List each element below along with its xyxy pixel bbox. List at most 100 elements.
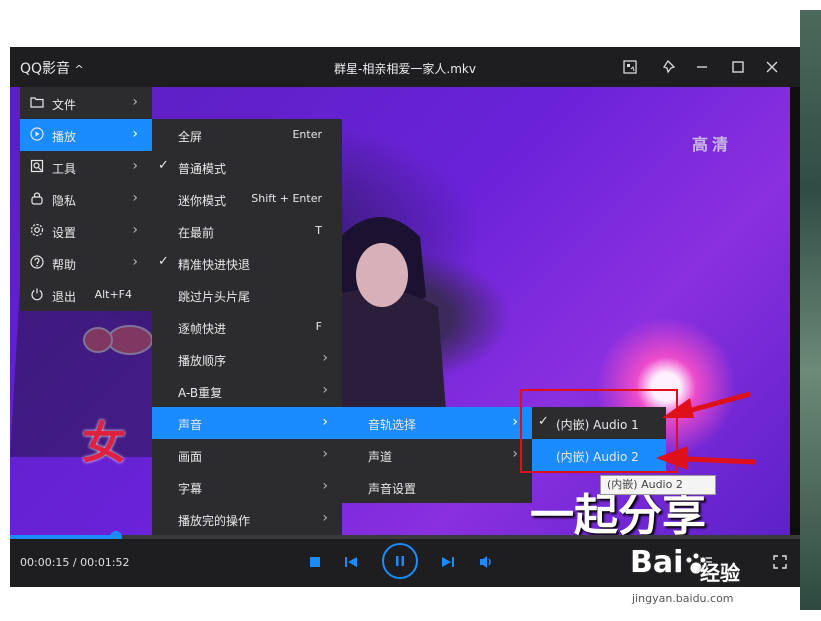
- gear-icon: [30, 223, 44, 237]
- chevron-right-icon: ›: [322, 478, 328, 494]
- watermark-logo: Bai: [630, 545, 709, 580]
- minimize-button[interactable]: [690, 55, 714, 79]
- next-button[interactable]: [440, 554, 456, 570]
- chevron-right-icon: ›: [322, 382, 328, 398]
- pin-button[interactable]: [658, 55, 682, 79]
- play-menu-item-10[interactable]: 画面 ›: [152, 439, 342, 471]
- play-menu-item-label: A-B重复: [178, 386, 223, 400]
- shortcut-label: F: [315, 320, 322, 333]
- chevron-right-icon: ›: [132, 94, 138, 110]
- tools-icon: [30, 159, 44, 173]
- play-menu-item-5[interactable]: 跳过片头片尾: [152, 279, 342, 311]
- skip-forward-icon: [442, 557, 454, 567]
- play-menu-item-label: 精准快进快退: [178, 258, 251, 272]
- maximize-icon: [732, 61, 744, 73]
- play-menu-item-8[interactable]: A-B重复 ›: [152, 375, 342, 407]
- skip-back-icon: [345, 557, 357, 567]
- play-menu-item-label: 全屏: [178, 130, 203, 144]
- volume-button[interactable]: [478, 554, 496, 570]
- chevron-right-icon: ›: [132, 222, 138, 238]
- stop-button[interactable]: [308, 555, 322, 569]
- folder-icon: [30, 95, 44, 109]
- annotation-highlight-box: [520, 389, 678, 473]
- checkmark-icon: ✓: [158, 158, 169, 173]
- player-window: QQ影音 ^ 群星-相亲相爱一家人.mkv 高清 女 一起分享 00:00:15…: [10, 47, 800, 587]
- play-menu-item-1[interactable]: ✓ 普通模式: [152, 151, 342, 183]
- title-bar: QQ影音 ^ 群星-相亲相爱一家人.mkv: [10, 47, 800, 87]
- play-menu-item-label: 声音: [178, 418, 203, 432]
- play-menu-item-9[interactable]: 声音 ›: [152, 407, 342, 439]
- chevron-right-icon: ›: [132, 254, 138, 270]
- chevron-right-icon: ›: [512, 414, 518, 430]
- shortcut-label: T: [315, 224, 322, 237]
- lock-icon: [30, 191, 44, 205]
- chevron-right-icon: ›: [322, 414, 328, 430]
- shortcut-label: Shift + Enter: [251, 192, 322, 205]
- main-menu-item-label: 帮助: [52, 258, 77, 272]
- current-time: 00:00:15: [20, 556, 70, 569]
- main-menu-item-4[interactable]: 设置 ›: [20, 215, 152, 247]
- main-menu-item-label: 工具: [52, 162, 77, 176]
- chevron-right-icon: ›: [322, 446, 328, 462]
- time-display: 00:00:15 / 00:01:52: [20, 556, 130, 569]
- main-menu-item-label: 隐私: [52, 194, 77, 208]
- play-menu-item-4[interactable]: ✓ 精准快进快退: [152, 247, 342, 279]
- sound-submenu: 音轨选择 › 声道 › 声音设置: [342, 407, 532, 503]
- play-menu-item-label: 迷你模式: [178, 194, 227, 208]
- play-menu-item-label: 播放完的操作: [178, 514, 251, 528]
- play-menu-item-7[interactable]: 播放顺序 ›: [152, 343, 342, 375]
- play-menu-item-label: 在最前: [178, 226, 215, 240]
- main-menu-item-label: 设置: [52, 226, 77, 240]
- play-menu-item-6[interactable]: 逐帧快进 F: [152, 311, 342, 343]
- sound-menu-item-label: 音轨选择: [368, 418, 417, 432]
- shortcut-label: Alt+F4: [94, 288, 132, 301]
- play-menu-item-3[interactable]: 在最前 T: [152, 215, 342, 247]
- power-icon: [30, 287, 44, 301]
- screenshot-icon: [623, 60, 637, 74]
- play-menu-item-label: 字幕: [178, 482, 203, 496]
- play-menu-item-0[interactable]: 全屏 Enter: [152, 119, 342, 151]
- checkmark-icon: ✓: [158, 254, 169, 269]
- pin-icon: [662, 59, 676, 74]
- play-circle-icon: [30, 127, 44, 141]
- sound-menu-item-0[interactable]: 音轨选择 ›: [342, 407, 532, 439]
- fullscreen-icon: [773, 555, 787, 569]
- pause-icon: [396, 556, 404, 566]
- fullscreen-button[interactable]: [772, 554, 788, 570]
- main-menu-item-label: 播放: [52, 130, 77, 144]
- volume-icon: [480, 556, 491, 568]
- sound-menu-item-label: 声音设置: [368, 482, 417, 496]
- play-menu-item-12[interactable]: 播放完的操作 ›: [152, 503, 342, 535]
- main-menu-item-3[interactable]: 隐私 ›: [20, 183, 152, 215]
- pause-button[interactable]: [382, 543, 418, 579]
- maximize-button[interactable]: [726, 55, 750, 79]
- main-menu-item-5[interactable]: 帮助 ›: [20, 247, 152, 279]
- chevron-right-icon: ›: [512, 446, 518, 462]
- play-menu-item-label: 播放顺序: [178, 354, 227, 368]
- chevron-right-icon: ›: [132, 126, 138, 142]
- screenshot-button[interactable]: [618, 55, 642, 79]
- main-menu-item-label: 文件: [52, 98, 77, 112]
- watermark-url: jingyan.baidu.com: [632, 592, 734, 605]
- main-menu-item-2[interactable]: 工具 ›: [20, 151, 152, 183]
- play-menu-item-label: 普通模式: [178, 162, 227, 176]
- main-menu-item-label: 退出: [52, 290, 77, 304]
- desktop-background-edge: [800, 10, 821, 610]
- main-menu-item-0[interactable]: 文件 ›: [20, 87, 152, 119]
- sound-menu-item-label: 声道: [368, 450, 393, 464]
- main-menu-item-1[interactable]: 播放 ›: [20, 119, 152, 151]
- help-icon: [30, 255, 44, 269]
- chevron-right-icon: ›: [132, 190, 138, 206]
- main-menu-item-6[interactable]: 退出 Alt+F4: [20, 279, 152, 311]
- play-submenu: 全屏 Enter ✓ 普通模式迷你模式 Shift + Enter 在最前 T ✓ 精准快进快退…: [152, 119, 342, 535]
- previous-button[interactable]: [343, 554, 359, 570]
- sound-menu-item-1[interactable]: 声道 ›: [342, 439, 532, 471]
- chevron-right-icon: ›: [132, 158, 138, 174]
- play-menu-item-label: 画面: [178, 450, 203, 464]
- stop-icon: [310, 557, 320, 567]
- close-icon: [766, 61, 778, 73]
- play-menu-item-11[interactable]: 字幕 ›: [152, 471, 342, 503]
- close-button[interactable]: [760, 55, 784, 79]
- play-menu-item-2[interactable]: 迷你模式 Shift + Enter: [152, 183, 342, 215]
- sound-menu-item-2[interactable]: 声音设置: [342, 471, 532, 503]
